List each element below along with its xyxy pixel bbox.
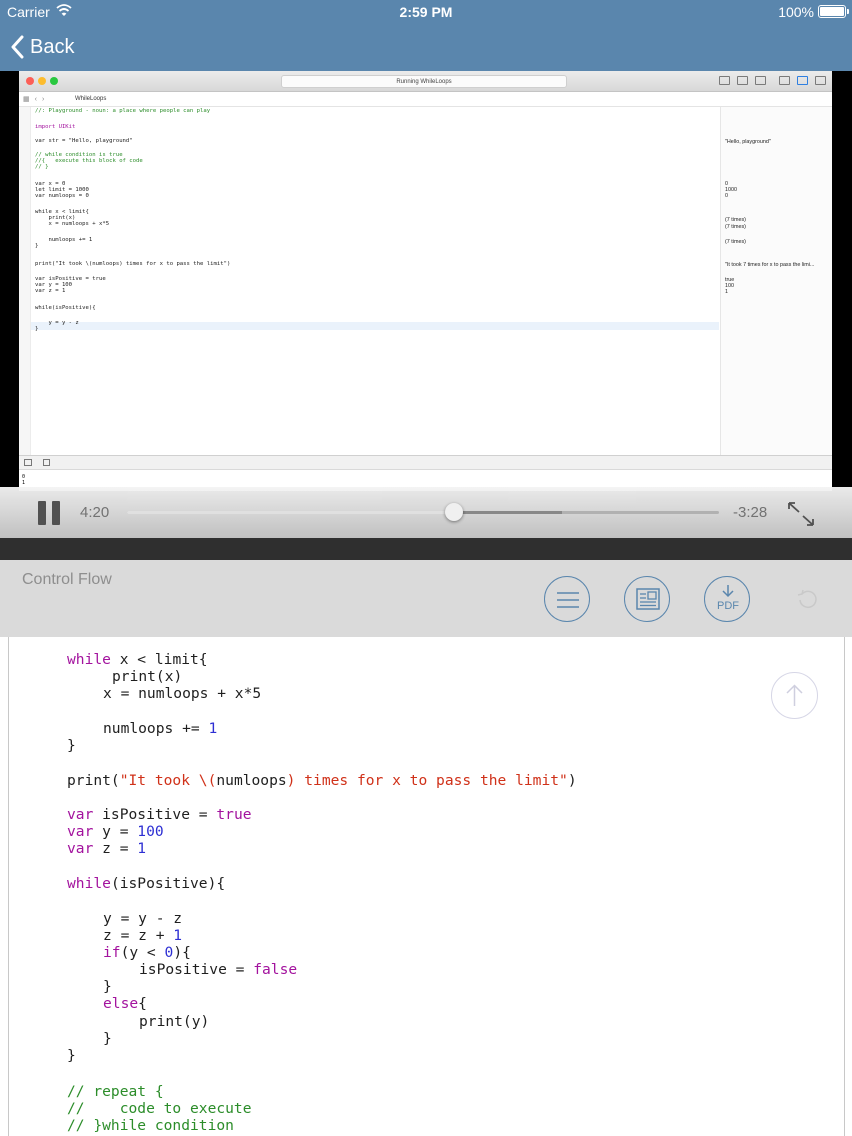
- code-line: numloops += 1: [103, 720, 218, 737]
- lesson-toolbar: Control Flow PDF: [0, 560, 852, 637]
- pause-icon: [52, 501, 60, 525]
- code-line: }: [67, 1047, 76, 1064]
- scroll-to-top-button[interactable]: [771, 672, 818, 719]
- status-bar: Carrier 2:59 PM 100%: [0, 0, 852, 24]
- result-value: "It took 7 times for x to pass the limi.…: [725, 262, 815, 268]
- result-value: 0: [725, 193, 728, 199]
- arrow-up-icon: [786, 684, 803, 706]
- code-line: }: [103, 978, 112, 995]
- code-line: var isPositive = true: [67, 806, 252, 823]
- document-icon: [636, 588, 660, 610]
- code-line: // }: [35, 164, 49, 170]
- code-comment: // repeat {: [67, 1083, 164, 1100]
- buffered-progress: [454, 511, 563, 514]
- playback-scrubber[interactable]: [127, 503, 719, 521]
- code-line: var y = 100: [67, 823, 164, 840]
- xcode-source-editor: //: Playground - noun: a place where peo…: [35, 108, 719, 456]
- elapsed-time: 4:20: [80, 504, 110, 521]
- code-line: while(isPositive){: [35, 305, 96, 311]
- lesson-code-document[interactable]: while x < limit{ print(x) x = numloops +…: [0, 637, 852, 1136]
- code-line: }: [103, 1030, 112, 1047]
- code-line: //: Playground - noun: a place where peo…: [35, 108, 211, 114]
- utilities-toggle-icon: [815, 76, 826, 85]
- code-line: y = y - z: [35, 320, 79, 326]
- refresh-icon[interactable]: [795, 586, 821, 612]
- code-line: numloops += 1: [35, 237, 93, 243]
- debug-bar: [19, 455, 832, 470]
- remaining-time: -3:28: [733, 504, 768, 521]
- debug-area-toggle-icon: [797, 76, 808, 85]
- video-player[interactable]: Running WhileLoops ▦‹› WhileLoops //: Pl…: [0, 71, 852, 538]
- code-line: }: [35, 326, 39, 332]
- code-line: var numloops = 0: [35, 193, 89, 199]
- code-line: print(y): [139, 1013, 210, 1030]
- stop-icon: [43, 459, 50, 466]
- code-block: while x < limit{ print(x) x = numloops +…: [0, 637, 852, 1136]
- assistant-editor-icon: [737, 76, 748, 85]
- results-sidebar: "Hello, playground" 0 1000 0 (7 times) (…: [720, 107, 832, 455]
- list-icon: [557, 592, 579, 608]
- download-pdf-button[interactable]: PDF: [704, 576, 750, 622]
- code-line: //{ execute this block of code: [35, 158, 143, 164]
- pdf-label: PDF: [717, 600, 739, 612]
- navigation-bar: Carrier 2:59 PM 100% Back: [0, 0, 852, 71]
- line-gutter: [19, 107, 31, 455]
- console-line: 1: [22, 480, 26, 486]
- chevron-left-icon: [11, 35, 24, 59]
- xcode-playground-window: Running WhileLoops ▦‹› WhileLoops //: Pl…: [19, 71, 832, 491]
- result-value: (7 times): [725, 217, 746, 223]
- played-progress: [127, 511, 455, 514]
- back-label: Back: [30, 35, 75, 58]
- result-value: (7 times): [725, 224, 746, 230]
- code-line: x = numloops + x*5: [103, 685, 262, 702]
- code-line: y = y - z: [103, 910, 183, 927]
- code-line: print(x): [112, 668, 183, 685]
- xcode-activity-status: Running WhileLoops: [281, 75, 567, 88]
- code-line: else{: [103, 995, 147, 1012]
- lesson-title: Control Flow: [22, 571, 112, 588]
- pause-button[interactable]: [38, 501, 62, 525]
- code-line: import UIKit: [35, 124, 76, 130]
- clock: 2:59 PM: [399, 4, 453, 20]
- code-line: x = numloops + x*5: [35, 221, 110, 227]
- code-line: }: [35, 243, 39, 249]
- playback-controls: 4:20 -3:28: [0, 487, 852, 538]
- pause-icon: [38, 501, 46, 525]
- video-bottom-band: [0, 538, 852, 560]
- result-value: (7 times): [725, 239, 746, 245]
- code-line: print("It took \(numloops) times for x t…: [35, 261, 231, 267]
- code-line: }: [67, 737, 76, 754]
- code-line: if(y < 0){: [103, 944, 191, 961]
- version-editor-icon: [755, 76, 766, 85]
- related-items-nav-icon: ▦‹›: [23, 96, 50, 103]
- file-breadcrumb: WhileLoops: [75, 96, 107, 102]
- code-comment: // code to execute: [67, 1100, 252, 1117]
- close-window-icon: [26, 77, 34, 85]
- code-line: isPositive = false: [139, 961, 298, 978]
- xcode-titlebar: Running WhileLoops: [19, 71, 832, 92]
- scrubber-thumb[interactable]: [445, 503, 464, 521]
- hide-debug-area-icon: [24, 459, 32, 466]
- battery-percentage: 100%: [778, 4, 814, 20]
- code-line: print("It took \(numloops) times for x t…: [67, 772, 577, 789]
- code-line: var str = "Hello, playground": [35, 138, 133, 144]
- code-comment: // }while condition: [67, 1117, 234, 1134]
- code-line: var z = 1: [35, 288, 66, 294]
- back-button[interactable]: Back: [10, 32, 74, 62]
- outline-button[interactable]: [544, 576, 590, 622]
- code-line: while x < limit{: [67, 651, 208, 668]
- zoom-window-icon: [50, 77, 58, 85]
- code-line: var z = 1: [67, 840, 147, 857]
- standard-editor-icon: [719, 76, 730, 85]
- result-value: "Hello, playground": [725, 139, 771, 145]
- xcode-jump-bar: ▦‹› WhileLoops: [19, 92, 832, 107]
- result-value: 1: [725, 289, 728, 295]
- code-line: z = z + 1: [103, 927, 183, 944]
- code-line: while(isPositive){: [67, 875, 226, 892]
- navigator-toggle-icon: [779, 76, 790, 85]
- notes-button[interactable]: [624, 576, 670, 622]
- fullscreen-icon[interactable]: [786, 500, 816, 528]
- minimize-window-icon: [38, 77, 46, 85]
- battery-icon: [818, 5, 849, 18]
